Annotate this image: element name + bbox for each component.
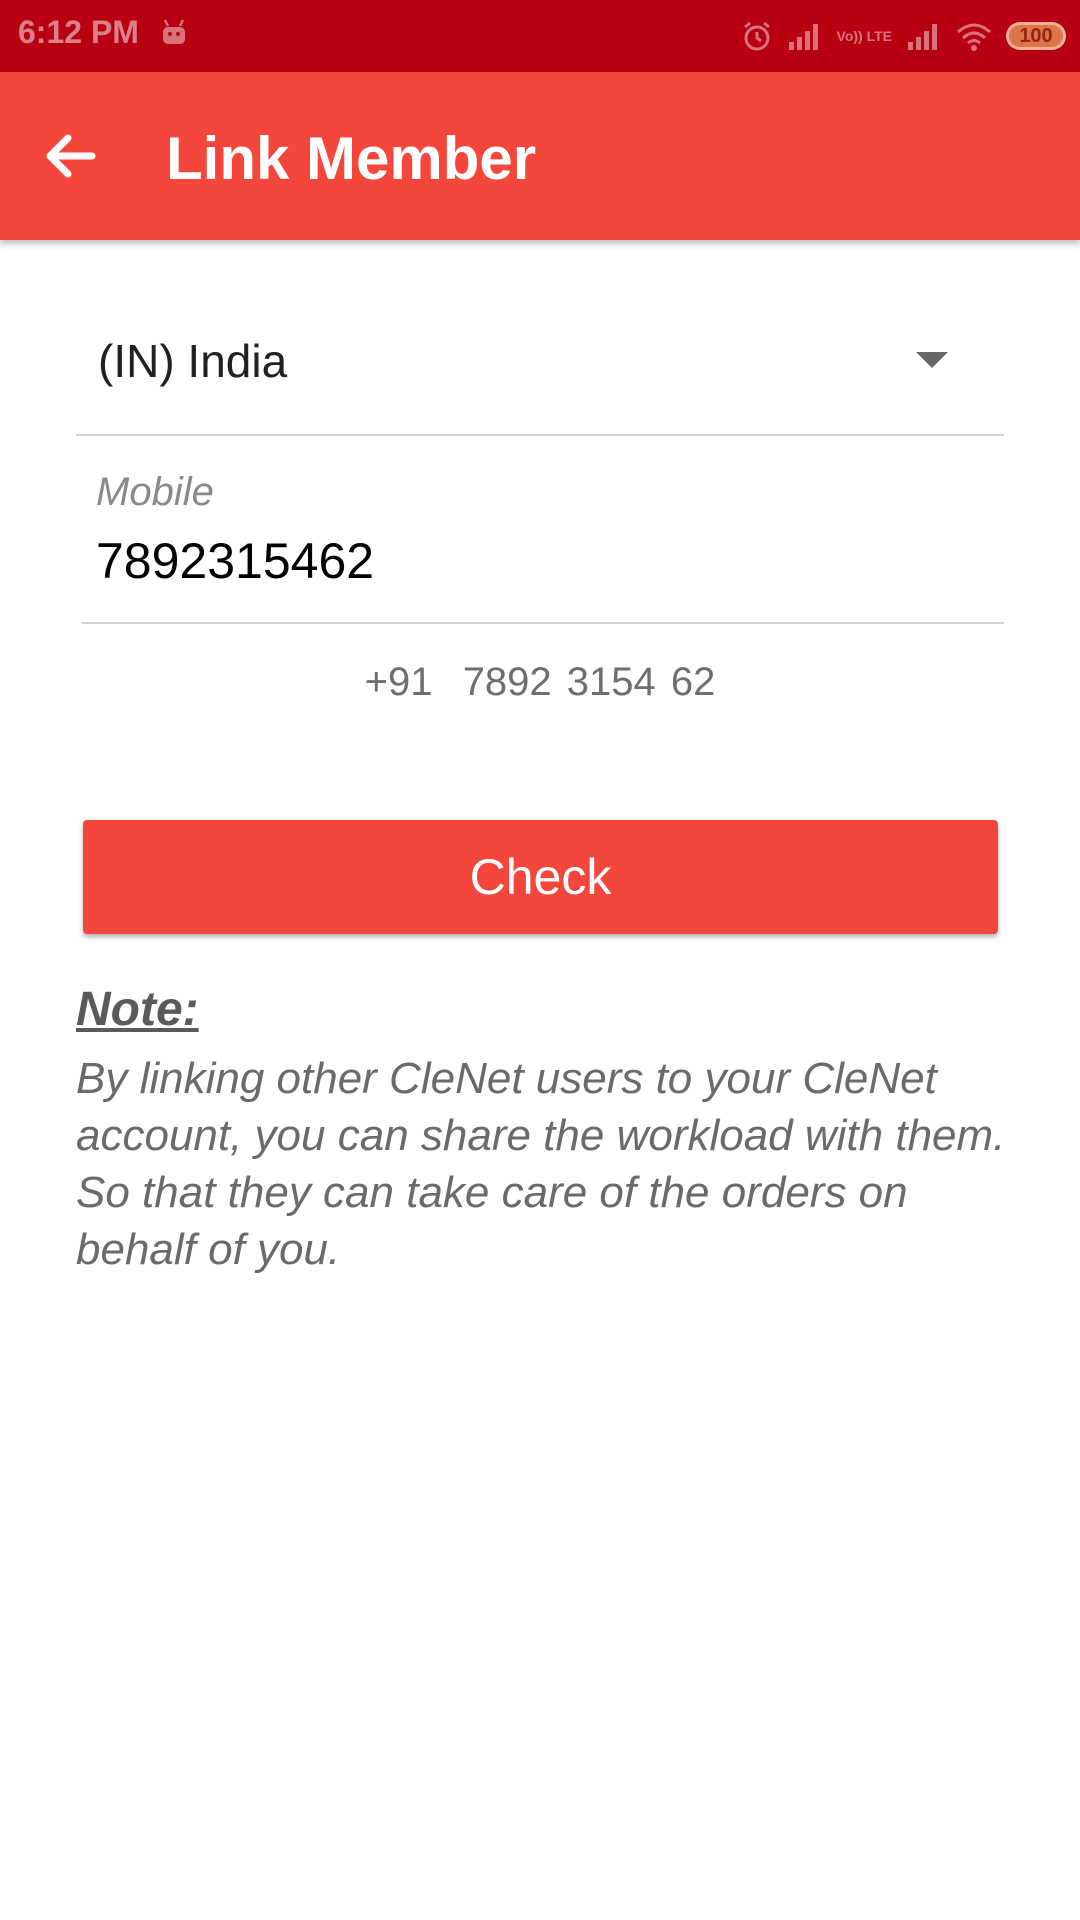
dropdown-arrow-icon — [916, 352, 948, 368]
note-body: By linking other CleNet users to your Cl… — [76, 1054, 1006, 1274]
page-title: Link Member — [166, 125, 537, 192]
back-button[interactable] — [30, 116, 110, 196]
country-select[interactable]: (IN) India — [76, 300, 1004, 436]
volte-icon: Vo)) LTE — [836, 27, 892, 44]
status-time: 6:12 PM — [18, 14, 139, 50]
wifi-icon — [956, 21, 992, 51]
signal-icon — [906, 22, 942, 50]
android-debug-icon — [160, 18, 188, 46]
country-selected-value: (IN) India — [98, 335, 288, 387]
status-icons: Vo)) LTE 100 — [741, 16, 1066, 56]
battery-icon: 100 — [1006, 22, 1066, 50]
alarm-icon — [741, 20, 773, 52]
check-button[interactable]: Check — [83, 820, 998, 934]
status-bar: 6:12 PM Vo)) LTE 100 — [0, 0, 1080, 72]
mobile-label: Mobile — [96, 470, 214, 514]
arrow-left-icon — [46, 134, 96, 178]
note-title: Note: — [76, 983, 199, 1036]
formatted-number: +91 7892 3154 62 — [364, 660, 716, 704]
signal-icon — [787, 22, 823, 50]
mobile-field: Mobile — [82, 470, 1004, 624]
app-bar: Link Member — [0, 72, 1080, 240]
mobile-input[interactable] — [96, 532, 976, 590]
